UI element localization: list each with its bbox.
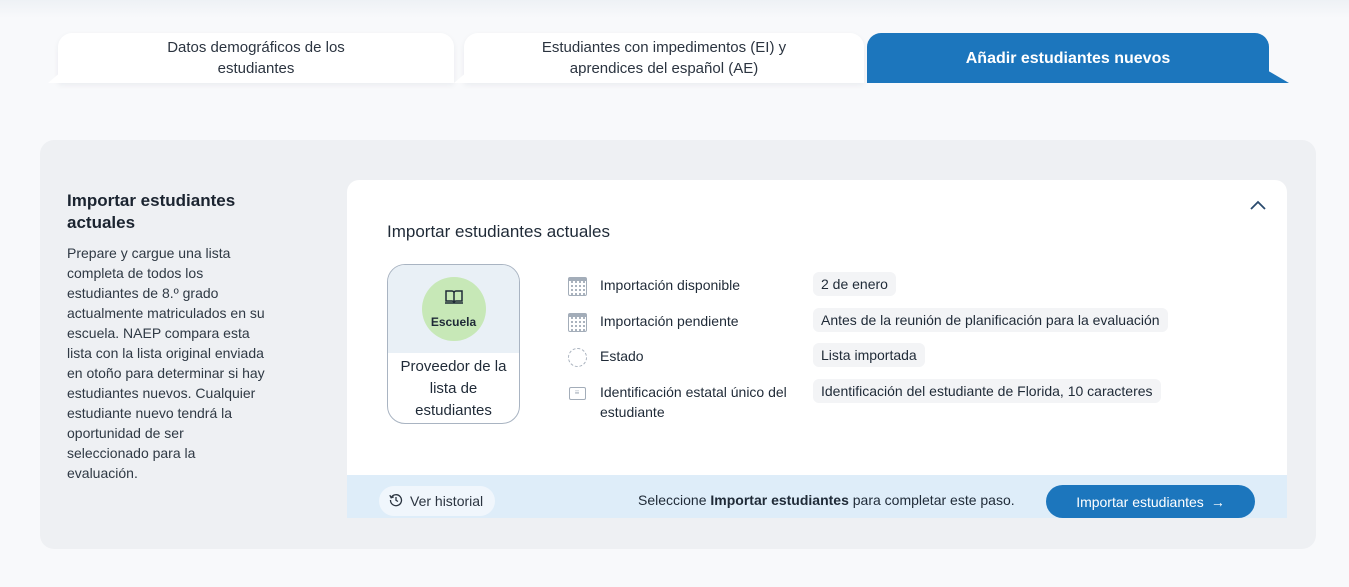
school-badge: Escuela [421, 277, 486, 341]
footer-msg-prefix: Seleccione [638, 492, 711, 508]
footer-msg-suffix: para completar este paso. [848, 492, 1015, 508]
school-badge-label: Escuela [430, 315, 477, 329]
detail-label: Identificación estatal único del estudia… [600, 384, 787, 420]
collapse-chevron-up-icon[interactable] [1247, 194, 1269, 216]
footer-msg-bold: Importar estudiantes [710, 492, 849, 508]
detail-label: Estado [600, 348, 644, 364]
tab-bar: Datos demográficos de los estudiantes Es… [48, 33, 1293, 83]
footer-instruction: Seleccione Importar estudiantes para com… [638, 492, 1015, 508]
id-card-icon: ≡ [567, 383, 587, 403]
import-card: Importar estudiantes actuales Escuela Pr… [347, 180, 1287, 518]
detail-value: Lista importada [813, 343, 925, 367]
detail-row-import-pending: Importación pendiente Antes de la reunió… [567, 308, 1267, 332]
detail-label: Importación disponible [600, 277, 741, 293]
sidebar-title: Importar estudiantes actuales [67, 191, 236, 232]
view-history-label: Ver historial [410, 493, 484, 509]
history-icon [389, 493, 403, 510]
tab-label-line2: estudiantes [217, 60, 295, 77]
tab-students-disabilities-ell[interactable]: Estudiantes con impedimentos (EI) y apre… [464, 33, 864, 83]
top-shadow [0, 0, 1349, 18]
detail-value: Identificación del estudiante de Florida… [813, 379, 1161, 403]
detail-row-import-available: Importación disponible 2 de enero [567, 272, 1267, 296]
detail-label: Importación pendiente [600, 313, 739, 329]
calendar-icon [567, 276, 587, 296]
section-sidebar: Importar estudiantes actuales Prepare y … [67, 190, 267, 483]
provider-label: Proveedor de la lista de estudiantes [400, 358, 507, 419]
import-students-label: Importar estudiantes [1076, 493, 1204, 510]
arrow-right-icon: → [1210, 493, 1225, 510]
status-circle-icon [567, 347, 587, 367]
sidebar-description: Prepare y cargue una lista completa de t… [67, 245, 265, 481]
tab-label-line2: aprendices del español (AE) [569, 60, 759, 77]
provider-badge-area: Escuela [388, 265, 519, 353]
tab-student-demographics[interactable]: Datos demográficos de los estudiantes [58, 33, 454, 83]
calendar-icon [567, 312, 587, 332]
detail-row-state-id: ≡ Identificación estatal único del estud… [567, 379, 1267, 422]
tab-label-line1: Estudiantes con impedimentos (EI) y [541, 39, 787, 56]
tab-label: Añadir estudiantes nuevos [965, 49, 1171, 67]
card-footer: Ver historial Seleccione Importar estudi… [347, 475, 1287, 518]
import-current-students-section: Importar estudiantes actuales Prepare y … [40, 140, 1316, 549]
detail-value: 2 de enero [813, 272, 896, 296]
book-icon [444, 289, 464, 309]
view-history-button[interactable]: Ver historial [379, 486, 496, 516]
tab-label-line1: Datos demográficos de los [167, 39, 345, 56]
detail-row-status: Estado Lista importada [567, 343, 1267, 367]
import-students-button[interactable]: Importar estudiantes → [1046, 485, 1255, 518]
list-provider-card: Escuela Proveedor de la lista de estudia… [387, 264, 520, 424]
card-title: Importar estudiantes actuales [387, 222, 611, 241]
detail-value: Antes de la reunión de planificación par… [813, 308, 1168, 332]
tab-add-new-students[interactable]: Añadir estudiantes nuevos [867, 33, 1269, 83]
